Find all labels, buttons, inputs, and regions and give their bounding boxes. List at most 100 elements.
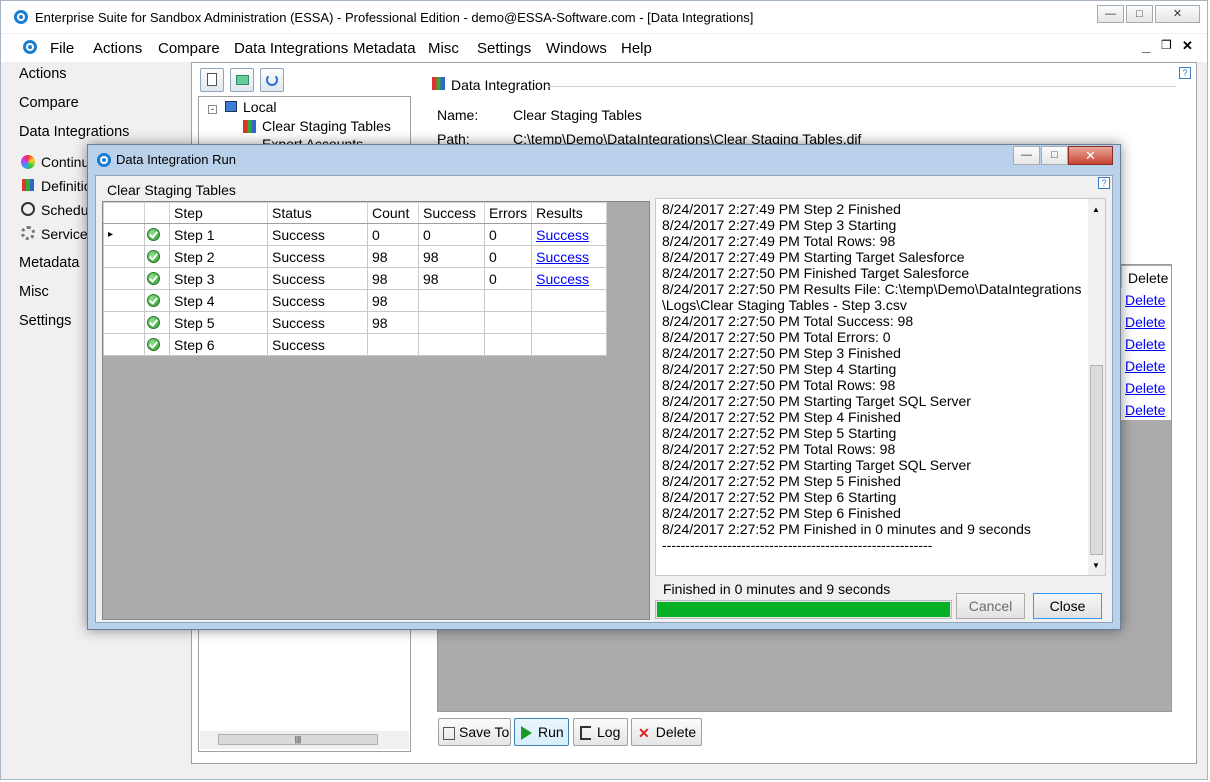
step-row[interactable]: Step 5 Success 98: [103, 311, 608, 334]
dialog-title: Data Integration Run: [116, 152, 236, 167]
run-log[interactable]: 8/24/2017 2:27:49 PM Step 2 Finished 8/24…: [655, 198, 1106, 576]
step-row[interactable]: Step 6 Success: [103, 333, 608, 356]
menu-data-integrations[interactable]: Data Integrations: [234, 40, 348, 57]
app-logo-icon: [14, 10, 28, 24]
delete-row-link[interactable]: Delete: [1125, 358, 1165, 374]
collapse-icon[interactable]: -: [208, 105, 217, 114]
dialog-close-x-button[interactable]: ✕: [1068, 146, 1113, 165]
nav-misc[interactable]: Misc: [19, 284, 49, 300]
cell-step: Step 6: [169, 333, 268, 356]
log-line: 8/24/2017 2:27:49 PM Starting Target Sal…: [662, 249, 965, 265]
delete-row-link[interactable]: Delete: [1125, 380, 1165, 396]
column-header-step[interactable]: Step: [169, 202, 268, 224]
column-header-count[interactable]: Count: [367, 202, 419, 224]
log-line: ----------------------------------------…: [662, 537, 933, 553]
nav-compare[interactable]: Compare: [19, 95, 79, 111]
row-header-corner: [103, 202, 145, 224]
log-line: 8/24/2017 2:27:52 PM Step 4 Finished: [662, 409, 901, 425]
cell-count: 98: [367, 245, 419, 268]
cell-count: 0: [367, 223, 419, 246]
nav-settings[interactable]: Settings: [19, 313, 71, 329]
row-indicator[interactable]: [103, 333, 145, 356]
nav-data-integrations[interactable]: Data Integrations: [19, 124, 129, 140]
refresh-button[interactable]: [260, 68, 284, 92]
row-indicator[interactable]: ▸: [103, 223, 145, 246]
cell-results: [531, 333, 608, 356]
run-status-text: Finished in 0 minutes and 9 seconds: [663, 581, 891, 597]
log-vscrollbar[interactable]: ▲ ▼: [1088, 199, 1105, 575]
mdi-minimize-button[interactable]: _: [1142, 38, 1150, 55]
log-line: 8/24/2017 2:27:52 PM Step 6 Starting: [662, 489, 897, 505]
menu-file[interactable]: File: [50, 40, 74, 57]
success-check-icon: [147, 250, 160, 263]
close-window-button[interactable]: ✕: [1155, 5, 1200, 23]
step-row[interactable]: Step 3 Success 98 98 0 Success: [103, 267, 608, 290]
menu-misc[interactable]: Misc: [428, 40, 459, 57]
continuous-integration-icon: [21, 155, 35, 169]
cell-results[interactable]: Success: [531, 223, 608, 246]
dialog-minimize-button[interactable]: —: [1013, 146, 1040, 165]
tree-hscrollbar[interactable]: |||: [200, 731, 409, 749]
maximize-button[interactable]: □: [1126, 5, 1153, 23]
log-lines: 8/24/2017 2:27:49 PM Step 2 Finished 8/24…: [662, 201, 1081, 553]
nav-actions[interactable]: Actions: [19, 66, 67, 82]
column-header-errors[interactable]: Errors: [483, 202, 533, 224]
column-header-success[interactable]: Success: [418, 202, 485, 224]
status-ok-icon-cell: [144, 223, 170, 246]
save-to-label: Save To: [459, 724, 510, 740]
menu-metadata[interactable]: Metadata: [353, 40, 416, 57]
minimize-button[interactable]: —: [1097, 5, 1124, 23]
dialog-maximize-button[interactable]: □: [1041, 146, 1068, 165]
cell-status: Success: [267, 267, 368, 290]
column-header-results[interactable]: Results: [531, 202, 608, 224]
cell-errors: 0: [483, 223, 533, 246]
delete-row-link[interactable]: Delete: [1125, 336, 1165, 352]
log-button[interactable]: Log: [573, 718, 628, 746]
delete-row-link[interactable]: Delete: [1125, 314, 1165, 330]
log-line: 8/24/2017 2:27:52 PM Step 5 Starting: [662, 425, 897, 441]
delete-row-link[interactable]: Delete: [1125, 402, 1165, 418]
tree-root-local[interactable]: Local: [243, 99, 276, 115]
help-icon[interactable]: ?: [1179, 67, 1191, 79]
step-row[interactable]: ▸ Step 1 Success 0 0 0 Success: [103, 223, 608, 246]
menu-windows[interactable]: Windows: [546, 40, 607, 57]
cell-step: Step 1: [169, 223, 268, 246]
dialog-help-icon[interactable]: ?: [1098, 177, 1110, 189]
scroll-down-arrow-icon[interactable]: ▼: [1092, 561, 1100, 570]
refresh-icon: [266, 74, 278, 86]
row-indicator[interactable]: [103, 267, 145, 290]
row-indicator[interactable]: [103, 245, 145, 268]
mdi-close-button[interactable]: ✕: [1182, 38, 1193, 54]
app-menu-icon[interactable]: [23, 40, 37, 54]
nav-metadata[interactable]: Metadata: [19, 255, 79, 271]
run-button[interactable]: Run: [514, 718, 569, 746]
tree-item-clear-staging-tables[interactable]: Clear Staging Tables: [262, 118, 391, 134]
window-title: Enterprise Suite for Sandbox Administrat…: [35, 10, 754, 25]
new-integration-button[interactable]: [200, 68, 224, 92]
step-row[interactable]: Step 4 Success 98: [103, 289, 608, 312]
add-folder-button[interactable]: [230, 68, 254, 92]
cell-results[interactable]: Success: [531, 267, 608, 290]
row-indicator[interactable]: [103, 311, 145, 334]
step-row[interactable]: Step 2 Success 98 98 0 Success: [103, 245, 608, 268]
cell-results[interactable]: Success: [531, 245, 608, 268]
menu-actions[interactable]: Actions: [93, 40, 142, 57]
scroll-up-arrow-icon[interactable]: ▲: [1092, 205, 1100, 214]
menu-settings[interactable]: Settings: [477, 40, 531, 57]
row-indicator[interactable]: [103, 289, 145, 312]
mdi-restore-button[interactable]: ❐: [1161, 38, 1172, 52]
cancel-button[interactable]: Cancel: [956, 593, 1025, 619]
log-line: 8/24/2017 2:27:49 PM Step 2 Finished: [662, 201, 901, 217]
menu-compare[interactable]: Compare: [158, 40, 220, 57]
close-button[interactable]: Close: [1033, 593, 1102, 619]
log-scroll-thumb[interactable]: [1090, 365, 1103, 555]
delete-x-icon: ✕: [638, 725, 650, 742]
tree-scroll-thumb[interactable]: |||: [218, 734, 378, 745]
save-to-button[interactable]: Save To: [438, 718, 511, 746]
cell-step: Step 3: [169, 267, 268, 290]
play-icon: [521, 726, 532, 741]
delete-button[interactable]: ✕ Delete: [631, 718, 702, 746]
delete-row-link[interactable]: Delete: [1125, 292, 1165, 308]
column-header-status[interactable]: Status: [267, 202, 368, 224]
menu-help[interactable]: Help: [621, 40, 652, 57]
